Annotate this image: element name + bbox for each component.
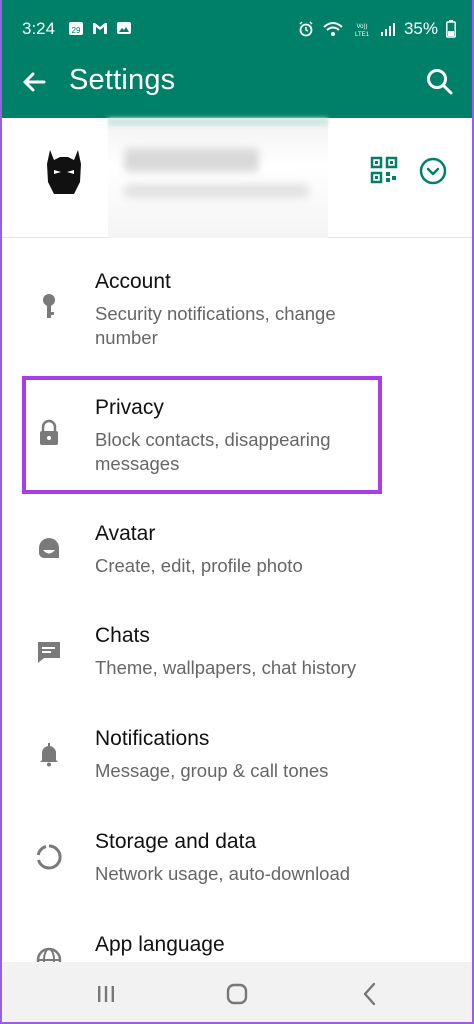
gmail-icon [93,23,107,34]
status-bar: 3:24 29 Vo)) LTE1 35% [0,0,474,58]
settings-item-notifications[interactable]: Notifications Message, group & call tone… [0,719,474,799]
recents-icon[interactable] [92,980,120,1008]
settings-item-account[interactable]: Account Security notifications, change n… [0,260,474,360]
storage-circle-icon [36,844,62,870]
signal-icon [380,23,395,36]
qr-code-icon[interactable] [370,156,398,184]
battery-icon [446,20,456,38]
bell-icon [40,743,58,767]
settings-item-avatar[interactable]: Avatar Create, edit, profile photo [0,514,474,594]
settings-item-subtitle: Block contacts, disappearing messages [95,429,331,474]
app-bar: Settings [0,58,474,118]
key-icon [43,294,55,318]
system-nav-bar [0,962,474,1024]
home-icon[interactable] [223,980,251,1008]
calendar-icon: 29 [69,22,83,35]
page-title: Settings [69,64,176,96]
settings-item-chats[interactable]: Chats Theme, wallpapers, chat history [0,616,474,696]
settings-item-subtitle: Network usage, auto-download [95,863,351,884]
settings-item-subtitle: Create, edit, profile photo [95,555,303,576]
settings-item-title: Avatar [95,522,156,545]
gallery-icon [117,22,131,34]
wifi-icon [323,22,343,36]
settings-item-title: Notifications [95,727,210,750]
status-right-icons: Vo)) LTE1 35% [298,19,456,39]
alarm-icon [299,21,313,37]
lock-icon [40,419,58,445]
settings-item-subtitle: Message, group & call tones [95,760,329,781]
arrow-left-icon[interactable] [18,66,50,98]
settings-item-title: Storage and data [95,830,257,853]
avatar-face-icon [39,538,59,558]
search-icon[interactable] [424,66,456,98]
svg-text:LTE1: LTE1 [355,32,370,37]
settings-item-app-language[interactable]: App language [0,925,474,962]
status-time: 3:24 [22,19,56,38]
settings-item-storage[interactable]: Storage and data Network usage, auto-dow… [0,822,474,902]
profile-name-blurred [108,118,328,238]
settings-item-title: Privacy [95,396,164,419]
settings-item-subtitle: Theme, wallpapers, chat history [95,657,357,678]
settings-item-title: App language [95,933,225,956]
settings-item-subtitle: Security notifications, change number [95,303,336,348]
battery-level: 35% [403,19,438,38]
chat-icon [38,642,60,663]
volte-icon: Vo)) LTE1 [355,24,370,37]
globe-icon [36,947,62,962]
settings-item-privacy[interactable]: Privacy Block contacts, disappearing mes… [0,386,474,486]
profile-section[interactable] [0,118,474,238]
batman-avatar-icon[interactable] [44,148,84,196]
settings-item-title: Account [95,270,171,293]
status-left-icons: 29 [68,20,132,36]
svg-text:Vo)): Vo)) [356,24,367,30]
svg-text:29: 29 [72,26,81,35]
chevron-down-circle-icon[interactable] [418,156,448,186]
settings-item-title: Chats [95,624,150,647]
back-chevron-icon[interactable] [356,980,384,1008]
